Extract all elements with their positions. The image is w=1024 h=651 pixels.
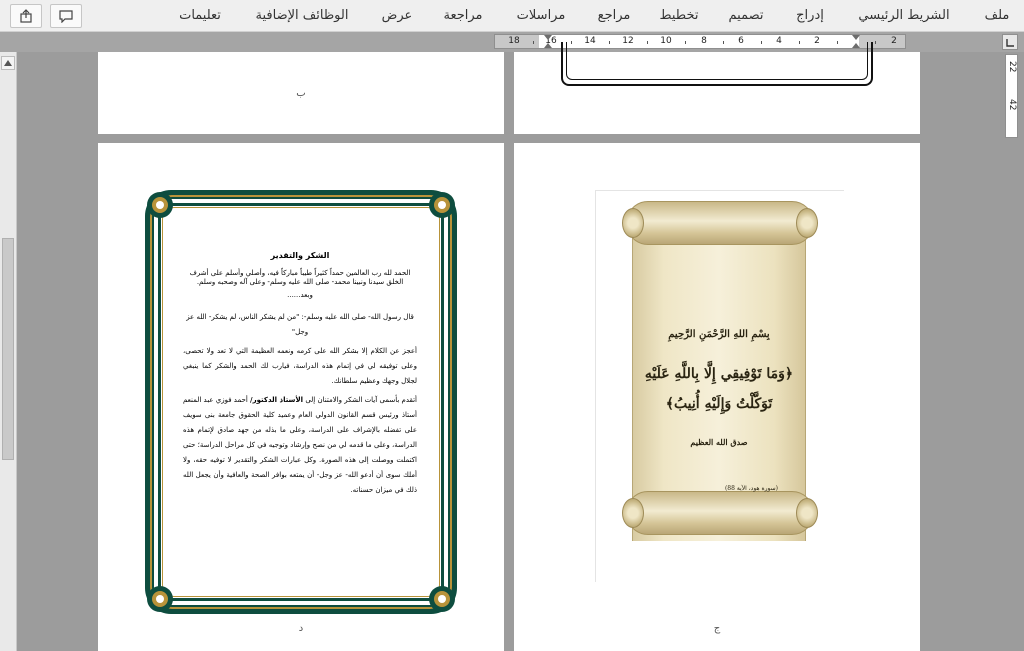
page-number: ب xyxy=(296,88,306,99)
tab-review[interactable]: مراجعة xyxy=(443,0,482,32)
page-ba: ب xyxy=(98,52,504,134)
scroll-roll-top xyxy=(626,201,814,245)
tab-help[interactable]: تعليمات xyxy=(179,0,221,32)
page-verse: بِسْمِ اللهِ الرَّحْمَنِ الرَّحِيمِ ﴿وَم… xyxy=(514,143,920,651)
tab-layout[interactable]: تخطيط xyxy=(660,0,699,32)
tab-view[interactable]: عرض xyxy=(382,0,413,32)
corner-ornament-icon xyxy=(147,192,173,218)
corner-ornament-icon xyxy=(429,586,455,612)
left-indent-marker-bottom[interactable] xyxy=(544,43,552,48)
acknowledgment-text[interactable]: الشكر والتقدير الحمد لله رب العالمين حمد… xyxy=(183,248,417,502)
acknowledgment-title: الشكر والتقدير xyxy=(270,251,330,260)
vertical-scrollbar[interactable] xyxy=(0,52,17,651)
paragraph: أتقدم بأسمى آيات الشكر والامتنان إلى الأ… xyxy=(183,396,417,494)
tab-mailings[interactable]: مراسلات xyxy=(517,0,566,32)
scroll-roll-bottom xyxy=(626,491,814,535)
frame-bottom-inner xyxy=(566,42,868,80)
tab-file[interactable]: ملف xyxy=(985,0,1010,32)
verse-line-2: تَوَكَّلْتُ وَإِلَيْهِ أُنِيبُ﴾ xyxy=(665,396,773,412)
comment-icon xyxy=(59,10,73,23)
scroll-up-button[interactable] xyxy=(1,56,15,70)
verse-citation: (سورة هود، الآية 88) xyxy=(724,485,778,492)
tab-home[interactable]: الشريط الرئيسي xyxy=(858,0,949,32)
tab-design[interactable]: تصميم xyxy=(729,0,764,32)
right-indent-marker[interactable] xyxy=(852,35,860,40)
paragraph: وبعد...... xyxy=(287,291,313,299)
paragraph: قال رسول الله- صلى الله عليه وسلم-: "من … xyxy=(186,313,414,336)
share-icon xyxy=(20,9,32,23)
left-indent-marker[interactable] xyxy=(544,35,552,40)
tab-insert[interactable]: إدراج xyxy=(796,0,824,32)
ruler-label: 18 xyxy=(508,36,520,46)
share-button[interactable] xyxy=(10,4,42,28)
corner-ornament-icon xyxy=(147,586,173,612)
basmala: بِسْمِ اللهِ الرَّحْمَنِ الرَّحِيمِ xyxy=(668,329,770,340)
supervisor-title: الأستاذ الدكتور/ xyxy=(250,396,304,404)
verse-line-1: ﴿وَمَا تَوْفِيقِي إِلَّا بِاللَّهِ عَلَي… xyxy=(644,366,794,382)
page-previous xyxy=(514,42,920,134)
sadaqa-text: صدق الله العظيم xyxy=(690,437,748,447)
parchment-scroll-image[interactable]: بِسْمِ اللهِ الرَّحْمَنِ الرَّحِيمِ ﴿وَم… xyxy=(595,190,844,582)
tab-addins[interactable]: الوظائف الإضافية xyxy=(256,0,349,32)
ruler-label: 22 xyxy=(1007,61,1017,73)
tab-stop-icon xyxy=(1006,39,1014,47)
tab-references[interactable]: مراجع xyxy=(598,0,631,32)
paragraph: الحمد لله رب العالمين حمداً كثيراً طيباً… xyxy=(189,269,411,286)
ornamental-frame: الشكر والتقدير الحمد لله رب العالمين حمد… xyxy=(145,190,457,614)
corner-ornament-icon xyxy=(429,192,455,218)
paragraph: أعجز عن الكلام إلا بشكر الله على كرمه ون… xyxy=(183,347,417,385)
scroll-thumb[interactable] xyxy=(2,238,14,460)
ribbon-tab-bar: ملف الشريط الرئيسي إدراج تصميم تخطيط مرا… xyxy=(0,0,1024,32)
page-acknowledgment: الشكر والتقدير الحمد لله رب العالمين حمد… xyxy=(98,143,504,651)
page-number: ج xyxy=(713,623,721,634)
ruler-label: 2 xyxy=(891,36,897,46)
arrow-up-icon xyxy=(4,60,12,66)
comments-button[interactable] xyxy=(50,4,82,28)
vertical-ruler[interactable]: 22 42 xyxy=(1005,54,1018,138)
page-number: د xyxy=(298,623,304,634)
tab-selector-button[interactable] xyxy=(1002,34,1018,50)
ruler-label: 42 xyxy=(1007,99,1017,111)
